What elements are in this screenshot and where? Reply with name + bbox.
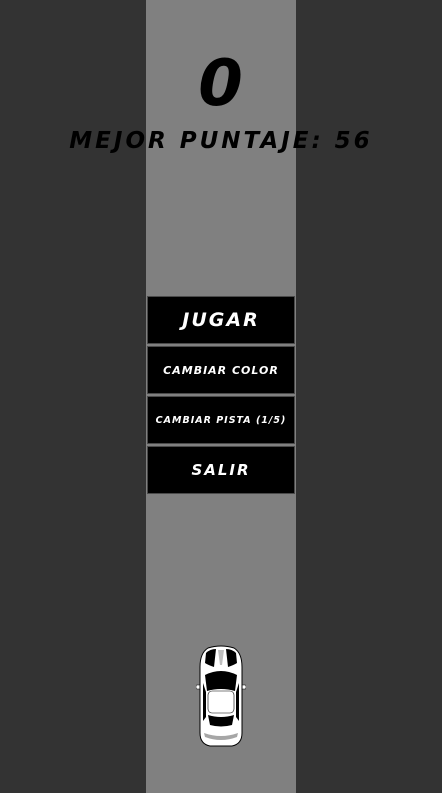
current-score: 0 bbox=[198, 47, 244, 121]
exit-button[interactable]: SALIR bbox=[147, 446, 295, 494]
best-score: MEJOR PUNTAJE: 56 bbox=[69, 128, 373, 154]
car-icon bbox=[196, 645, 246, 747]
change-color-button[interactable]: CAMBIAR COLOR bbox=[147, 346, 295, 394]
main-menu: JUGAR CAMBIAR COLOR CAMBIAR PISTA (1/5) … bbox=[147, 296, 295, 496]
change-track-button[interactable]: CAMBIAR PISTA (1/5) bbox=[147, 396, 295, 444]
play-button[interactable]: JUGAR bbox=[147, 296, 295, 344]
